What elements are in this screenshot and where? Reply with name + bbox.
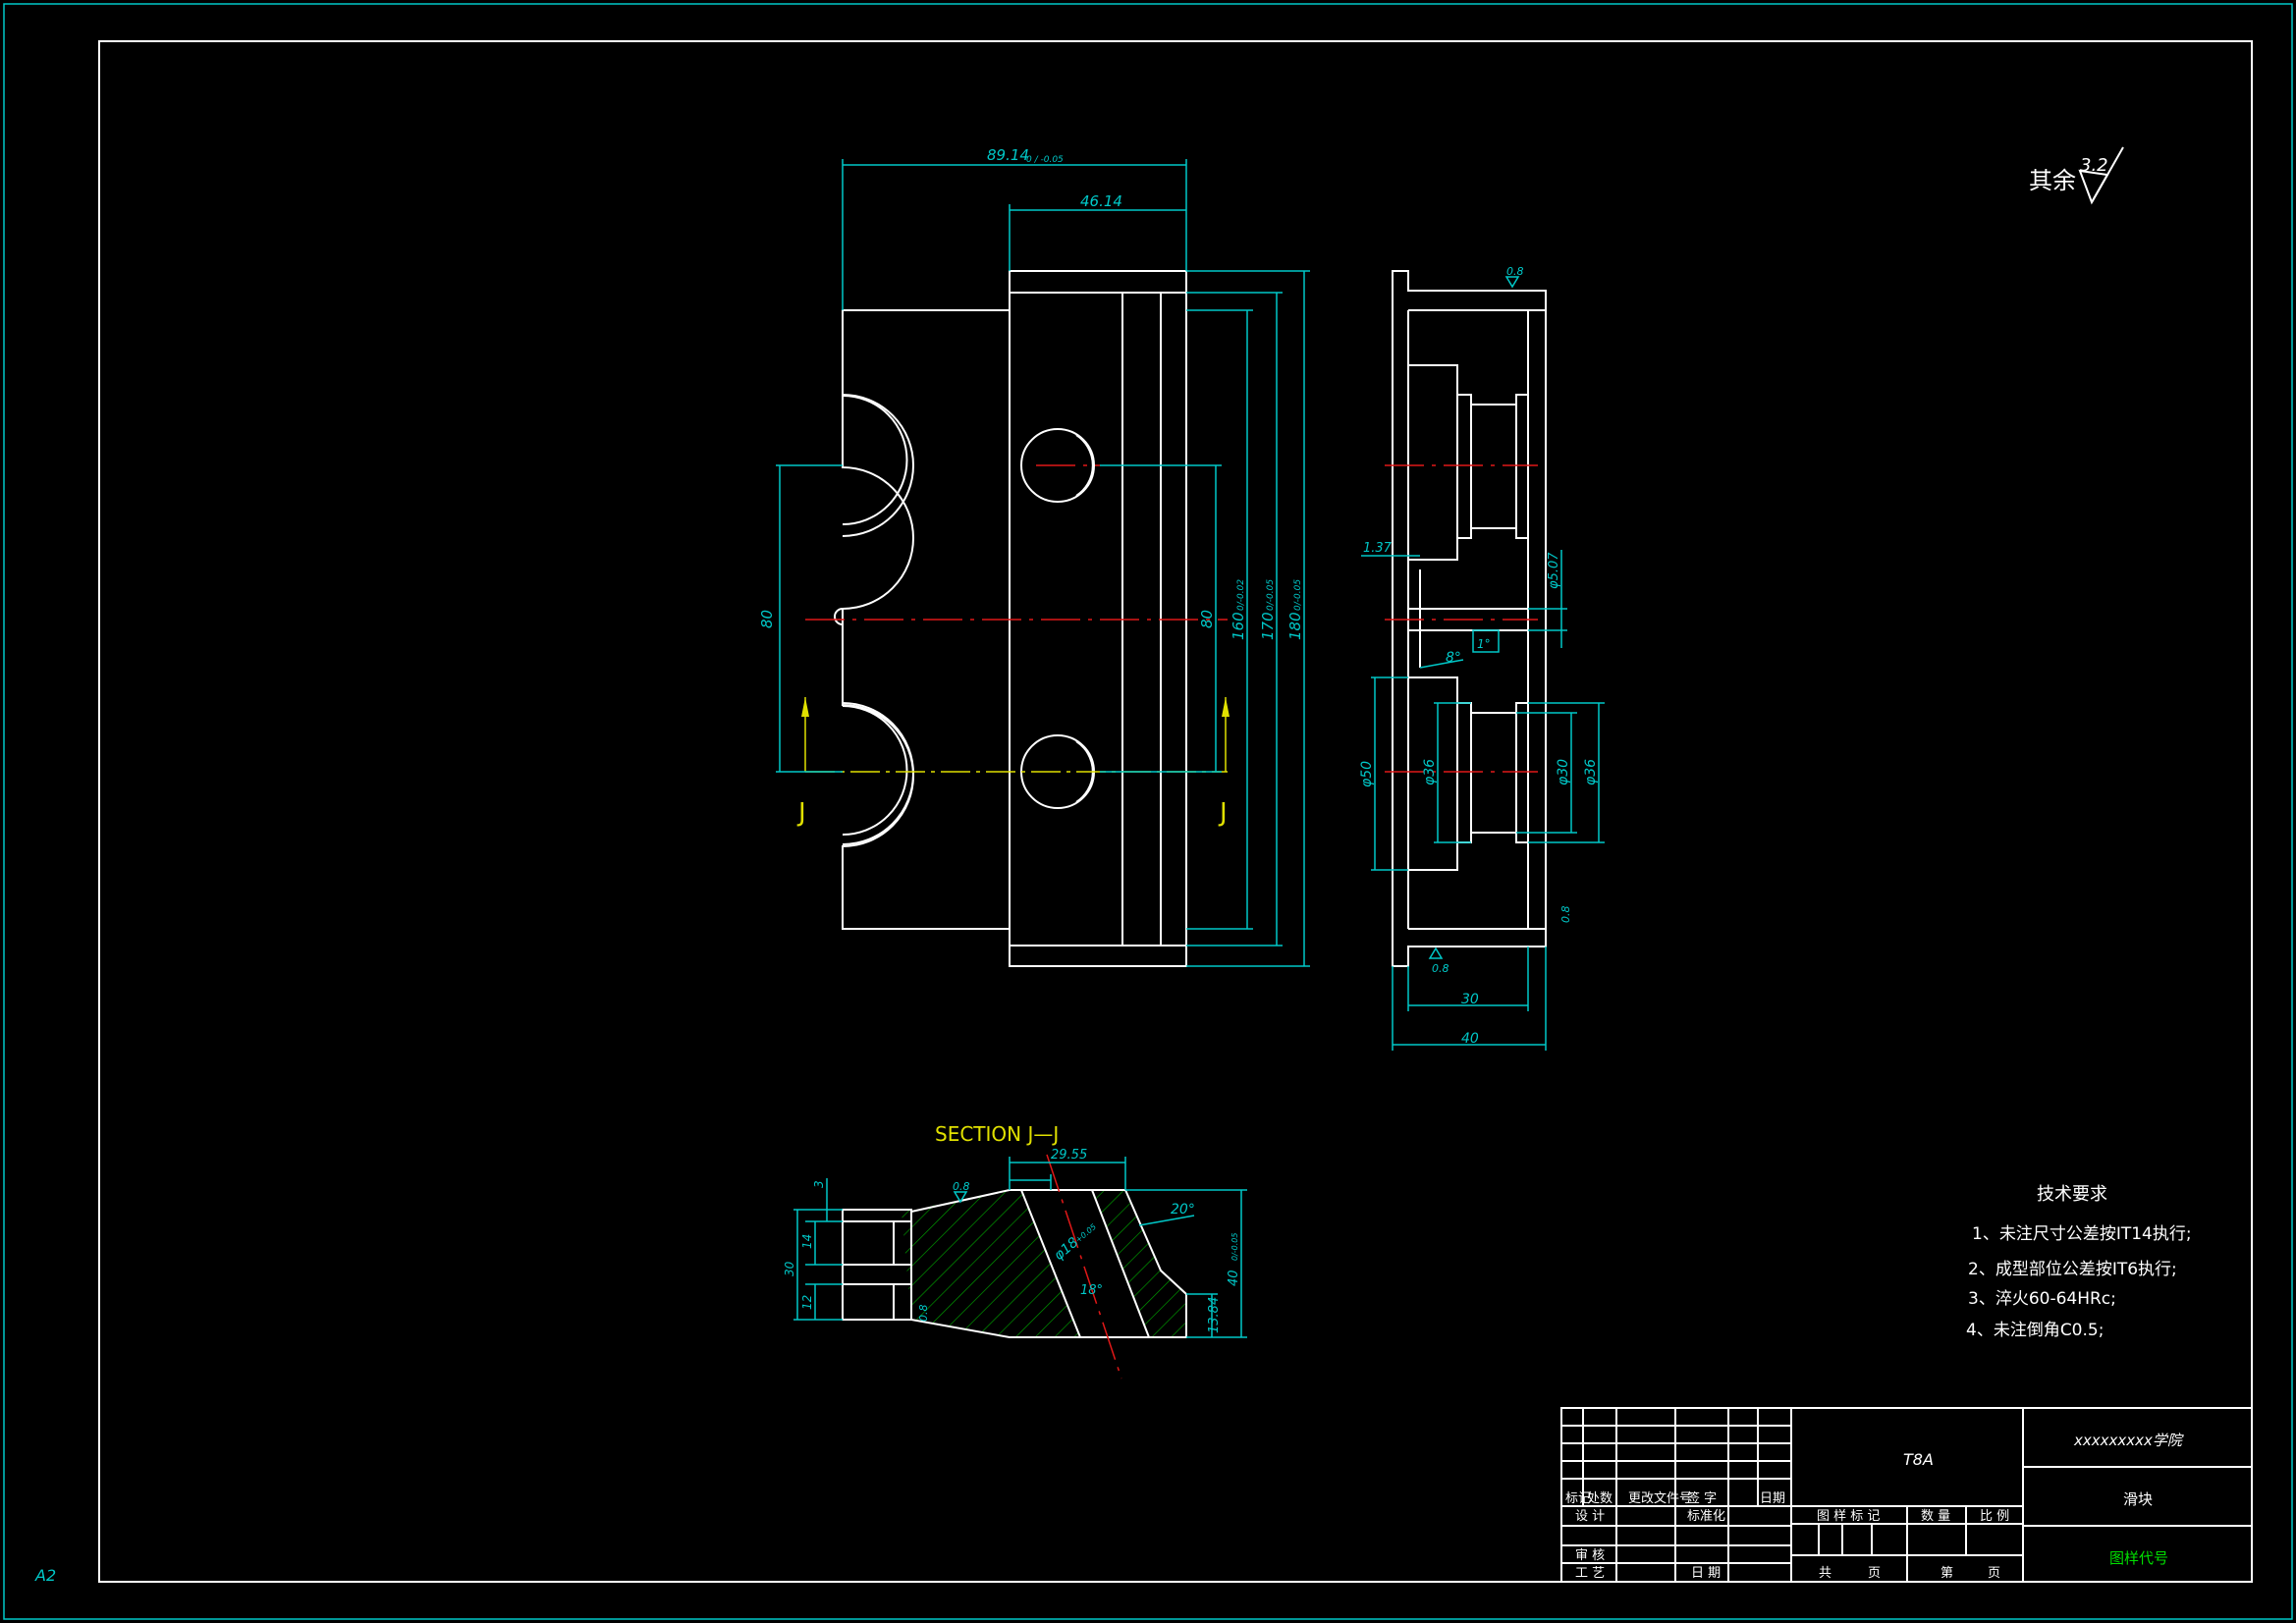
tech-title: 技术要求 [2037,1184,2107,1205]
dim-section-40: 40 [1227,1270,1241,1286]
dim-170-tol: 0/-0.05 [1266,579,1276,611]
roughness-value: 3.2 [2080,155,2108,176]
tech-item-2: 2、成型部位公差按IT6执行; [1968,1260,2177,1279]
tb-school: xxxxxxxxx学院 [2073,1432,2184,1449]
dim-160: 160 [1230,612,1247,640]
front-view: J J 89.14 0 / -0.05 46.14 80 80 160 0/-0… [758,146,1310,967]
angle-1: 1° [1477,637,1491,651]
tb-ye1: 页 [1868,1566,1881,1581]
tb-bili: 比 例 [1980,1509,2009,1524]
tb-material: T8A [1903,1450,1934,1469]
tb-riqi: 日期 [1760,1491,1785,1506]
dim-phi-30: φ30 [1556,759,1571,785]
section-rough-bottom: 0.8 [917,1305,930,1323]
dim-160-tol: 0/-0.02 [1236,579,1246,611]
tech-item-1: 1、未注尺寸公差按IT14执行; [1972,1224,2192,1244]
dim-13-84: 13.84 [1207,1297,1222,1333]
tb-gong: 共 [1819,1566,1831,1581]
dim-40: 40 [1461,1031,1479,1047]
dim-top-inner: 46.14 [1080,192,1122,210]
tb-ye2: 页 [1988,1566,2000,1581]
sheet-inner-border [98,40,2253,1583]
section-title: SECTION J—J [935,1122,1059,1146]
angle-18: 18° [1080,1283,1103,1298]
tb-shuliang: 数 量 [1921,1509,1950,1524]
dim-phi-36-left: φ36 [1422,759,1438,785]
section-rough-top: 0.8 [953,1180,970,1193]
tb-chushu: 处数 [1587,1491,1613,1506]
dim-30: 30 [1461,992,1479,1007]
dim-phi-36-right: φ36 [1583,759,1599,785]
angle-20: 20° [1171,1202,1195,1217]
dim-180-tol: 0/-0.05 [1293,579,1303,611]
side-rough-top: 0.8 [1506,265,1524,278]
dim-phi-50: φ50 [1359,761,1375,787]
dim-3: 3 [812,1180,826,1188]
dim-1-37: 1.37 [1363,541,1393,556]
dim-180: 180 [1286,612,1304,640]
tech-item-3: 3、淬火60-64HRc; [1968,1289,2116,1309]
dim-phi-5-07: φ5.07 [1547,552,1561,589]
section-mark-right: J [1218,798,1228,828]
tb-genggai: 更改文件号 [1628,1491,1692,1506]
dim-right-80: 80 [1198,610,1216,628]
dim-12: 12 [800,1295,814,1310]
dim-top-overall: 89.14 [987,146,1029,164]
angle-8: 8° [1446,650,1461,666]
sheet-outer-border [3,3,2293,1620]
side-view: 0.8 0.8 0.8 1.37 φ5.07 8° 1° φ50 φ36 φ30… [1359,265,1605,1051]
tb-qianzi: 签 字 [1687,1490,1717,1506]
sheet-size-label: A2 [34,1566,56,1585]
side-rough-bottom: 0.8 [1432,962,1449,975]
dim-170: 170 [1259,612,1277,640]
title-block: 标记 处数 更改文件号 签 字 日期 设 计 标准化 审 核 工 艺 日 期 T… [1560,1407,2253,1583]
dim-29-55: 29.55 [1051,1148,1087,1163]
section-view: SECTION J—J 29.55 3 14 30 12 0.8 0.8 φ18… [783,1122,1247,1380]
dim-top-overall-tol: 0 / -0.05 [1026,155,1064,165]
section-mark-left: J [796,798,806,828]
dim-left-80: 80 [758,610,776,628]
tech-item-4: 4、未注倒角C0.5; [1966,1321,2104,1340]
side-rough-right: 0.8 [1559,906,1572,924]
tb-shenhe: 审 核 [1575,1548,1605,1563]
tb-part-name: 滑块 [2123,1490,2153,1508]
tb-di: 第 [1941,1566,1953,1581]
tb-biaozhunhua: 标准化 [1687,1509,1725,1524]
tb-riqi2: 日 期 [1691,1566,1721,1581]
tb-tuyang: 图 样 标 记 [1817,1509,1880,1524]
dim-phi-18-tol: +0.05 [1074,1222,1099,1245]
roughness-note: 其余 [2029,167,2076,194]
tb-sheji: 设 计 [1575,1509,1605,1524]
dim-section-30: 30 [783,1261,796,1276]
dim-section-40-tol: 0/-0.05 [1230,1233,1239,1261]
tb-gongyi: 工 艺 [1575,1566,1605,1581]
tech-requirements: 技术要求 1、未注尺寸公差按IT14执行; 2、成型部位公差按IT6执行; 3、… [1966,1184,2192,1340]
tb-drawing-no: 图样代号 [2109,1549,2168,1567]
drawing-canvas: A2 其余 3.2 J J 89.14 0 / -0.05 46.14 80 8… [3,3,2293,1620]
dim-14: 14 [800,1234,814,1249]
